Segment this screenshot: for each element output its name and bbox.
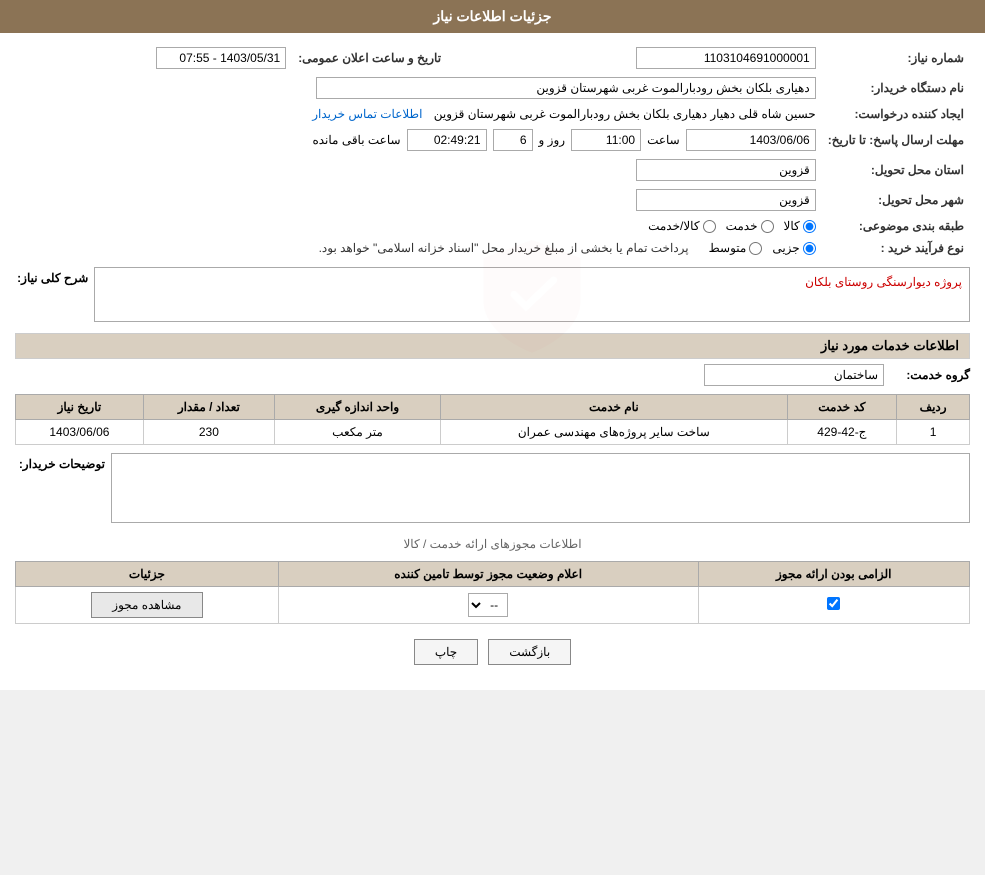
- tabaqe-row: کالا خدمت کالا/خدمت: [15, 215, 822, 237]
- radio-khadmat-label: خدمت: [726, 219, 758, 233]
- sharh-input-container: پروژه دیوارسنگی روستای بلکان: [94, 267, 970, 325]
- shomara-niaz-label: شماره نیاز:: [822, 43, 970, 73]
- radio-jozi: جزیی: [772, 241, 815, 255]
- radio-kala-khadmat-input[interactable]: [703, 220, 716, 233]
- perm-eelam-select[interactable]: --: [468, 593, 508, 617]
- cell-kod_khadmat: ج-42-429: [787, 420, 897, 445]
- th-eelam: اعلام وضعیت مجوز توسط تامین کننده: [278, 562, 698, 587]
- perm-joziat-btn[interactable]: مشاهده مجوز: [91, 592, 202, 618]
- th-tarikh: تاریخ نیاز: [16, 395, 144, 420]
- radio-khadmat-input[interactable]: [761, 220, 774, 233]
- remaining-label: ساعت باقی مانده: [312, 133, 400, 147]
- radio-kala-khadmat: کالا/خدمت: [648, 219, 715, 233]
- th-tedad: تعداد / مقدار: [143, 395, 274, 420]
- nam-dastgah-label: نام دستگاه خریدار:: [822, 73, 970, 103]
- ijad-konande-text: حسین شاه قلی دهیار دهیاری بلکان بخش رودب…: [434, 107, 816, 121]
- perm-elzami-checkbox[interactable]: [827, 597, 840, 610]
- tarikh-elan-input[interactable]: [156, 47, 286, 69]
- tarikh-elan-label: تاریخ و ساعت اعلان عمومی:: [292, 43, 447, 73]
- ijad-konande-label: ایجاد کننده درخواست:: [822, 103, 970, 125]
- tawzihaat-label: توضیحات خریدار:: [15, 453, 105, 471]
- radio-kala: کالا: [784, 219, 816, 233]
- shahr-value: [15, 185, 822, 215]
- goroh-khadmat-label: گروه خدمت:: [890, 368, 970, 382]
- radio-motavaset-label: متوسط: [709, 241, 747, 255]
- permissions-section: اطلاعات مجوزهای ارائه خدمت / کالا الزامی…: [15, 533, 970, 624]
- perm-row: -- مشاهده مجوز: [16, 587, 970, 624]
- cell-vahad: متر مکعب: [274, 420, 440, 445]
- ijad-konande-value: حسین شاه قلی دهیار دهیاری بلکان بخش رودب…: [15, 103, 822, 125]
- radio-khadmat: خدمت: [726, 219, 774, 233]
- perm-joziat-cell: مشاهده مجوز: [16, 587, 279, 624]
- roz-label: روز و: [539, 133, 566, 147]
- ostan-label: استان محل تحویل:: [822, 155, 970, 185]
- shahr-input[interactable]: [636, 189, 816, 211]
- tabaqe-label: طبقه بندی موضوعی:: [822, 215, 970, 237]
- page-title: جزئیات اطلاعات نیاز: [433, 8, 551, 24]
- sharh-koli-section: پروژه دیوارسنگی روستای بلکان شرح کلی نیا…: [15, 267, 970, 325]
- shomara-niaz-input[interactable]: [636, 47, 816, 69]
- page-header: جزئیات اطلاعات نیاز: [0, 0, 985, 33]
- sharh-koli-value: پروژه دیوارسنگی روستای بلکان: [805, 275, 962, 289]
- tawzihaat-textarea[interactable]: [111, 453, 970, 523]
- radio-motavaset-input[interactable]: [749, 242, 762, 255]
- radio-jozi-input[interactable]: [803, 242, 816, 255]
- cell-radif: 1: [897, 420, 970, 445]
- perm-eelam-cell: --: [278, 587, 698, 624]
- page-wrapper: جزئیات اطلاعات نیاز شماره نیاز: تاریخ و …: [0, 0, 985, 690]
- radio-motavaset: متوسط: [709, 241, 763, 255]
- perm-elzami-cell: [698, 587, 970, 624]
- goroh-khadmat-row: گروه خدمت:: [15, 364, 970, 386]
- th-radif: ردیف: [897, 395, 970, 420]
- radio-kala-khadmat-label: کالا/خدمت: [648, 219, 699, 233]
- remaining-input[interactable]: [407, 129, 487, 151]
- main-content: شماره نیاز: تاریخ و ساعت اعلان عمومی: نا…: [0, 33, 985, 690]
- saat-input[interactable]: [571, 129, 641, 151]
- permissions-title: اطلاعات مجوزهای ارائه خدمت / کالا: [15, 533, 970, 555]
- etela-tamas-link[interactable]: اطلاعات تماس خریدار: [312, 107, 422, 121]
- noe-farayand-row: جزیی متوسط پرداخت تمام یا بخشی از مبلغ خ…: [15, 237, 822, 259]
- shomara-niaz-value: [447, 43, 822, 73]
- goroh-khadmat-input[interactable]: [704, 364, 884, 386]
- noe-farayand-label: نوع فرآیند خرید :: [822, 237, 970, 259]
- cell-tarikh_niaz: 1403/06/06: [16, 420, 144, 445]
- tarikh-mohlat-input[interactable]: [686, 129, 816, 151]
- roz-input[interactable]: [493, 129, 533, 151]
- th-elzami: الزامی بودن ارائه مجوز: [698, 562, 970, 587]
- saat-label: ساعت: [647, 133, 680, 147]
- ostan-value: [15, 155, 822, 185]
- th-nam: نام خدمت: [441, 395, 787, 420]
- mohlat-ersal-row: ساعت روز و ساعت باقی مانده: [15, 125, 822, 155]
- permissions-table: الزامی بودن ارائه مجوز اعلام وضعیت مجوز …: [15, 561, 970, 624]
- th-kod: کد خدمت: [787, 395, 897, 420]
- btn-chap[interactable]: چاپ: [414, 639, 478, 665]
- sharh-koli-label: شرح کلی نیاز:: [15, 267, 88, 285]
- radio-jozi-label: جزیی: [772, 241, 799, 255]
- nam-dastgah-input[interactable]: [316, 77, 816, 99]
- bottom-buttons: بازگشت چاپ: [15, 639, 970, 665]
- nam-dastgah-value: [15, 73, 822, 103]
- mohlat-ersal-label: مهلت ارسال پاسخ: تا تاریخ:: [822, 125, 970, 155]
- info-table: شماره نیاز: تاریخ و ساعت اعلان عمومی: نا…: [15, 43, 970, 259]
- cell-tedad_megdar: 230: [143, 420, 274, 445]
- watermark-icon: [472, 235, 592, 358]
- th-vahad: واحد اندازه گیری: [274, 395, 440, 420]
- tawzihaat-section: توضیحات خریدار:: [15, 453, 970, 523]
- cell-nam_khadmat: ساخت سایر پروژه‌های مهندسی عمران: [441, 420, 787, 445]
- tarikh-elan-value: [15, 43, 292, 73]
- btn-bazgasht[interactable]: بازگشت: [488, 639, 571, 665]
- services-table: ردیف کد خدمت نام خدمت واحد اندازه گیری ت…: [15, 394, 970, 445]
- table-row: 1ج-42-429ساخت سایر پروژه‌های مهندسی عمرا…: [16, 420, 970, 445]
- th-joziat: جزئیات: [16, 562, 279, 587]
- radio-kala-input[interactable]: [803, 220, 816, 233]
- ostan-input[interactable]: [636, 159, 816, 181]
- radio-kala-label: کالا: [784, 219, 800, 233]
- shahr-label: شهر محل تحویل:: [822, 185, 970, 215]
